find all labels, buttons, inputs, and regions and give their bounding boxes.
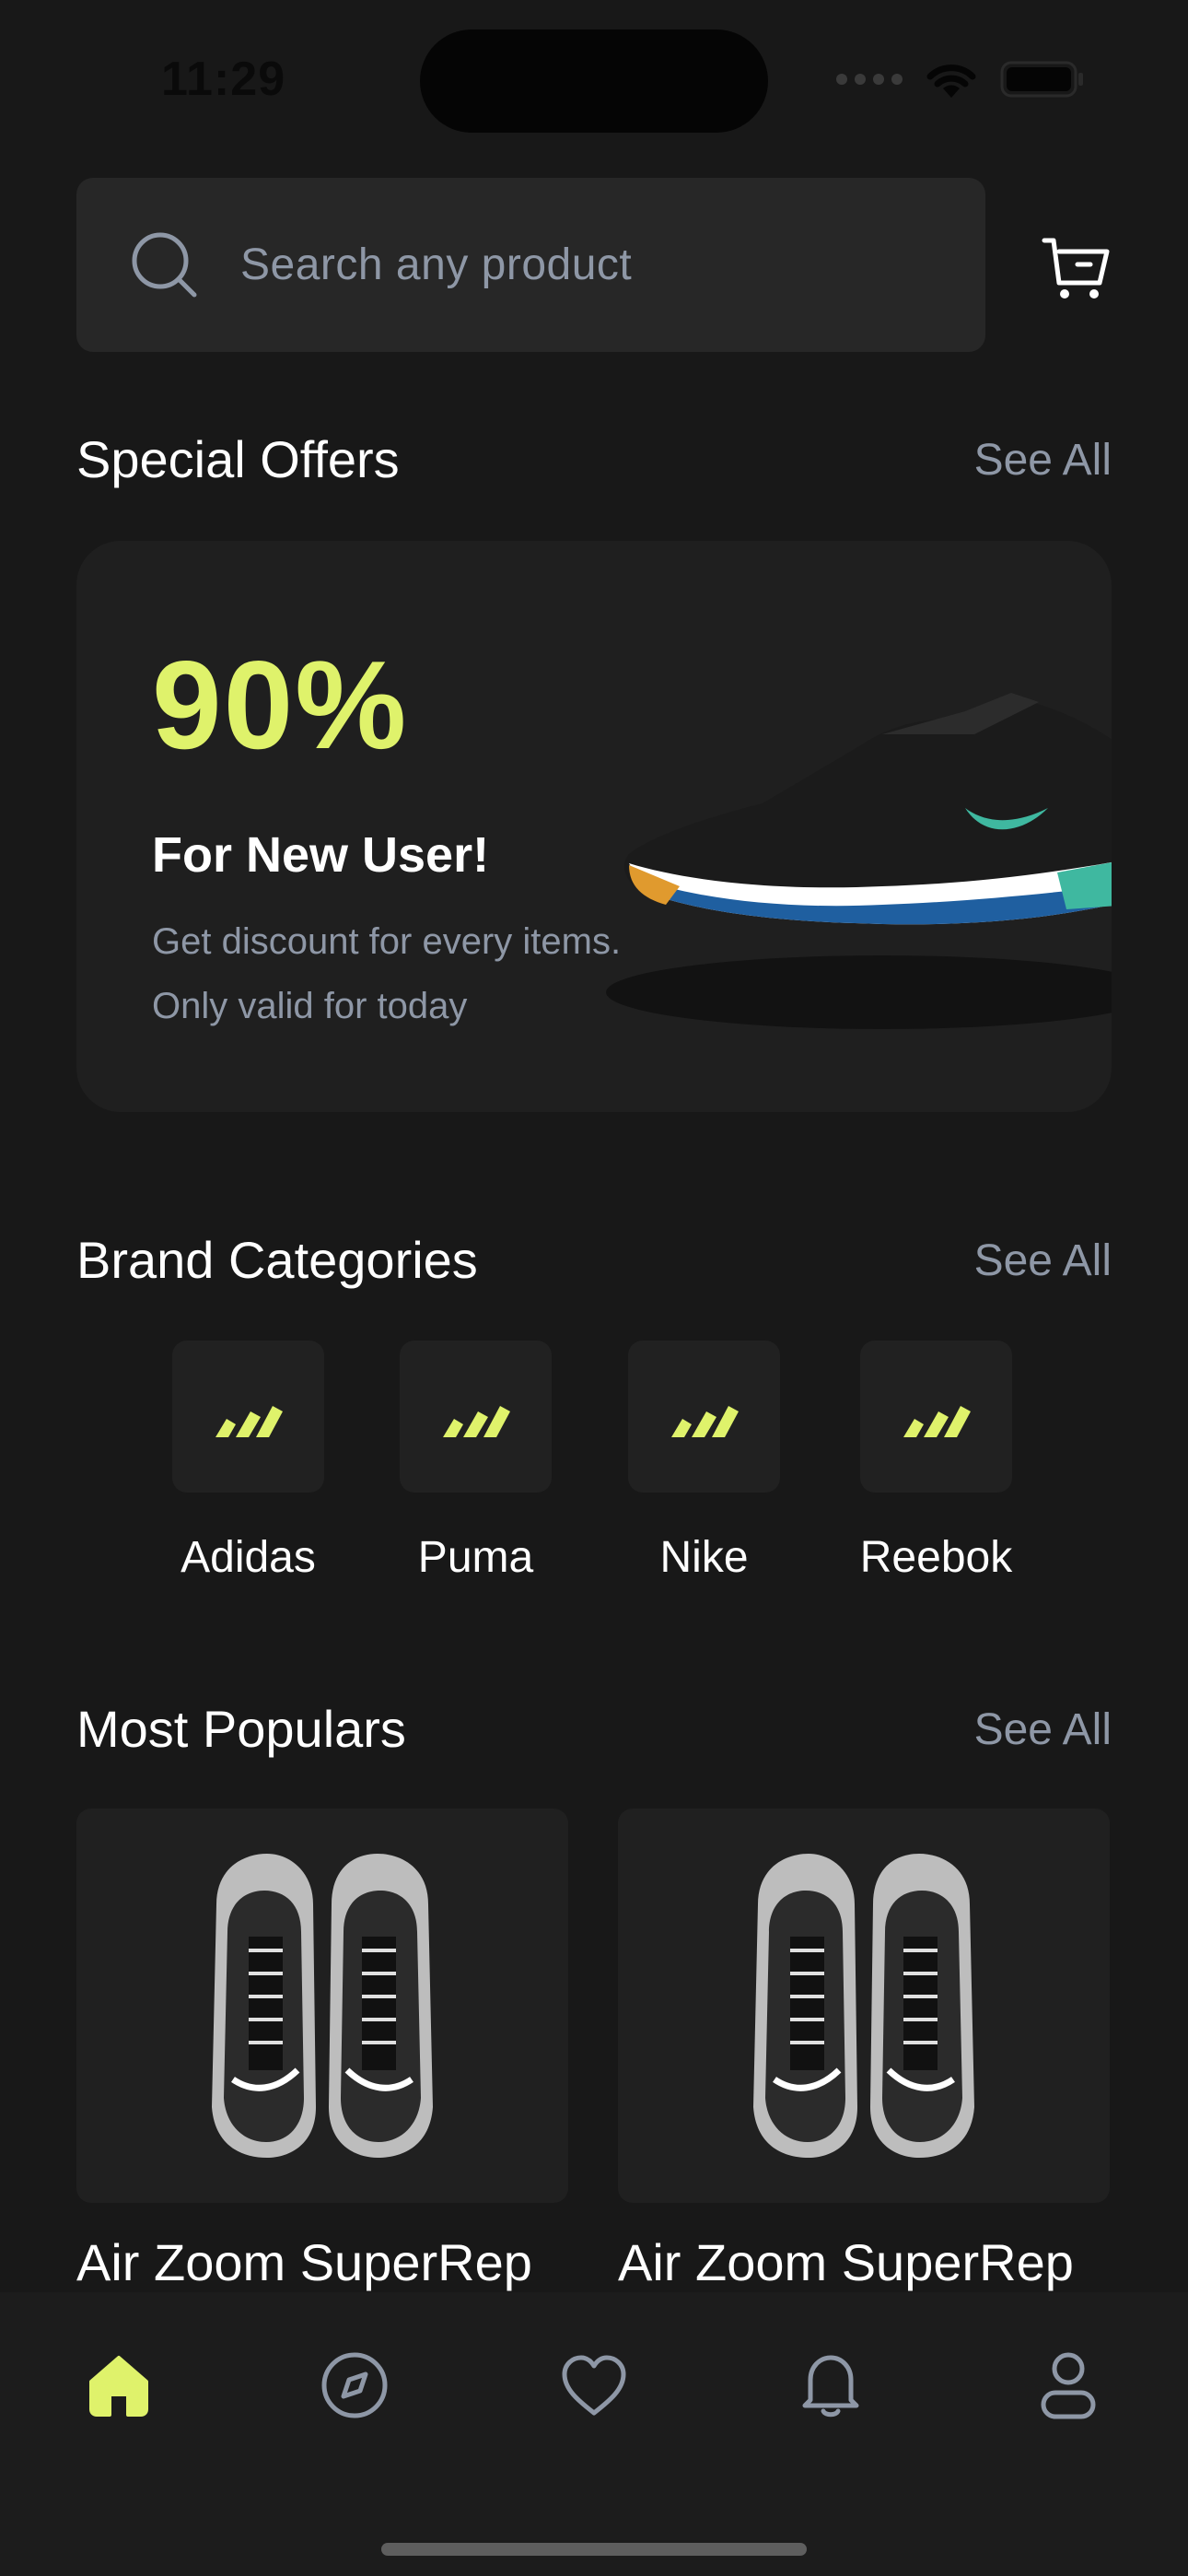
signal-icon — [836, 74, 903, 85]
home-icon — [89, 2356, 148, 2417]
special-offers-title: Special Offers — [76, 430, 400, 488]
adidas-logo-icon — [442, 1405, 510, 1437]
nav-home[interactable] — [77, 2344, 160, 2427]
status-time: 11:29 — [161, 53, 286, 106]
heart-icon — [562, 2355, 626, 2416]
search-bar[interactable]: Search any product — [76, 178, 985, 352]
brand-item-adidas[interactable]: Adidas — [172, 1341, 324, 1582]
search-icon — [132, 232, 197, 297]
brand-label: Nike — [659, 1533, 749, 1582]
offer-discount: 90% — [152, 635, 409, 775]
special-offer-card[interactable]: 90% For New User! Get discount for every… — [76, 541, 1112, 1112]
product-card[interactable]: Air Zoom SuperRep — [76, 1809, 568, 2291]
cart-icon[interactable] — [1041, 233, 1111, 303]
brand-item-nike[interactable]: Nike — [628, 1341, 780, 1582]
brand-tile[interactable] — [400, 1341, 552, 1493]
special-offers-see-all[interactable]: See All — [974, 435, 1112, 486]
bottom-nav — [0, 2292, 1188, 2576]
brand-categories-title: Brand Categories — [76, 1231, 478, 1289]
nav-explore[interactable] — [313, 2344, 396, 2427]
brand-tile[interactable] — [628, 1341, 780, 1493]
adidas-logo-icon — [670, 1405, 739, 1437]
product-image[interactable] — [76, 1809, 568, 2203]
brand-label: Puma — [417, 1533, 534, 1582]
wifi-icon — [926, 64, 976, 98]
dynamic-island — [420, 29, 768, 133]
shoe-pair-image — [753, 1854, 974, 2158]
status-indicators — [836, 59, 1085, 100]
battery-icon — [1000, 61, 1083, 98]
product-name[interactable]: Air Zoom SuperRep — [76, 2232, 532, 2292]
product-image[interactable] — [618, 1809, 1110, 2203]
nav-profile[interactable] — [1027, 2344, 1110, 2427]
brand-item-reebok[interactable]: Reebok — [860, 1341, 1012, 1582]
brand-label: Adidas — [181, 1533, 316, 1582]
offer-shoe-image — [606, 693, 1112, 1029]
most-populars-title: Most Populars — [76, 1700, 406, 1758]
adidas-logo-icon — [215, 1405, 283, 1437]
nav-notifications[interactable] — [789, 2344, 872, 2427]
brand-label: Reebok — [859, 1533, 1013, 1582]
brand-item-puma[interactable]: Puma — [400, 1341, 552, 1582]
status-bar: 11:29 — [0, 0, 1188, 166]
home-indicator[interactable] — [381, 2543, 807, 2556]
search-placeholder[interactable]: Search any product — [240, 240, 632, 290]
bell-icon — [802, 2355, 859, 2418]
brand-tile[interactable] — [860, 1341, 1012, 1493]
most-populars-see-all[interactable]: See All — [974, 1704, 1112, 1755]
profile-icon — [1041, 2352, 1096, 2419]
product-card[interactable]: Air Zoom SuperRep — [618, 1809, 1110, 2291]
product-name[interactable]: Air Zoom SuperRep — [618, 2232, 1074, 2292]
brand-tile[interactable] — [172, 1341, 324, 1493]
brand-categories-see-all[interactable]: See All — [974, 1235, 1112, 1286]
nav-favorites[interactable] — [553, 2344, 635, 2427]
compass-icon — [321, 2352, 388, 2418]
shoe-pair-image — [212, 1854, 433, 2158]
offer-headline: For New User! — [152, 827, 490, 883]
adidas-logo-icon — [903, 1405, 971, 1437]
